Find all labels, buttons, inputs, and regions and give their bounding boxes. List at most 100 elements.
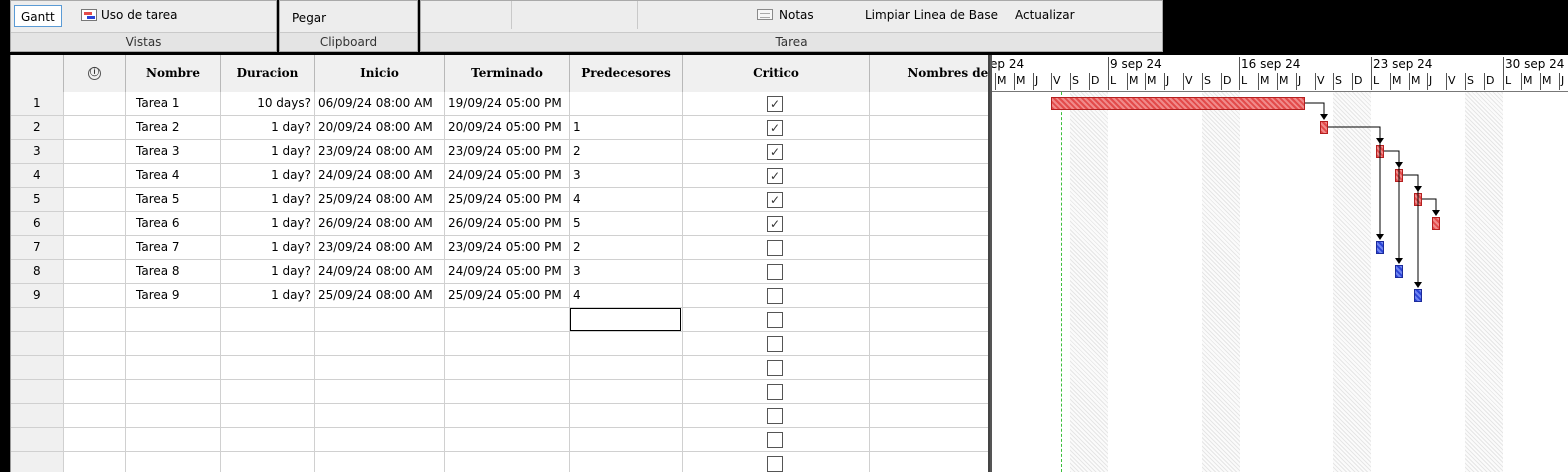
row-number[interactable]: 9 [11, 284, 64, 308]
resources-cell[interactable] [870, 428, 988, 452]
critical-cell[interactable] [683, 308, 870, 332]
duration-cell[interactable]: 1 day? [221, 188, 315, 212]
duration-cell[interactable]: 1 day? [221, 260, 315, 284]
info-cell[interactable] [64, 284, 126, 308]
finish-cell[interactable] [445, 308, 570, 332]
resources-cell[interactable] [870, 92, 988, 116]
predecessors-cell[interactable]: 2 [570, 140, 683, 164]
critical-cell[interactable] [683, 236, 870, 260]
predecessors-cell[interactable] [570, 308, 683, 332]
table-row[interactable]: 4 Tarea 4 1 day? 24/09/24 08:00 AM 24/09/24 … [11, 164, 988, 188]
paste-button[interactable]: Pegar [286, 7, 332, 29]
critical-checkbox[interactable] [767, 408, 783, 424]
resources-cell[interactable] [870, 356, 988, 380]
row-number[interactable] [11, 452, 64, 472]
finish-cell[interactable]: 23/09/24 05:00 PM [445, 140, 570, 164]
duration-cell[interactable]: 1 day? [221, 116, 315, 140]
row-number[interactable] [11, 380, 64, 404]
resources-cell[interactable] [870, 188, 988, 212]
predecessors-cell[interactable] [570, 332, 683, 356]
info-cell[interactable] [64, 332, 126, 356]
critical-checkbox[interactable] [767, 360, 783, 376]
row-number[interactable]: 3 [11, 140, 64, 164]
resources-cell[interactable] [870, 284, 988, 308]
critical-cell[interactable] [683, 428, 870, 452]
info-cell[interactable] [64, 380, 126, 404]
duration-cell[interactable]: 1 day? [221, 236, 315, 260]
critical-checkbox[interactable] [767, 288, 783, 304]
start-cell[interactable] [315, 332, 445, 356]
table-row[interactable]: 1 Tarea 1 10 days? 06/09/24 08:00 AM 19/09/2… [11, 92, 988, 116]
critical-checkbox[interactable] [767, 336, 783, 352]
predecessors-cell[interactable]: 3 [570, 164, 683, 188]
info-cell[interactable] [64, 164, 126, 188]
finish-cell[interactable] [445, 428, 570, 452]
info-cell[interactable] [64, 452, 126, 472]
finish-cell[interactable]: 19/09/24 05:00 PM [445, 92, 570, 116]
resources-cell[interactable] [870, 452, 988, 472]
finish-cell[interactable] [445, 380, 570, 404]
resources-cell[interactable] [870, 212, 988, 236]
row-number[interactable] [11, 356, 64, 380]
predecessors-cell[interactable]: 5 [570, 212, 683, 236]
start-cell[interactable] [315, 404, 445, 428]
row-number[interactable]: 6 [11, 212, 64, 236]
predecessors-cell[interactable]: 4 [570, 284, 683, 308]
finish-cell[interactable]: 24/09/24 05:00 PM [445, 164, 570, 188]
predecessors-cell[interactable] [570, 92, 683, 116]
resources-cell[interactable] [870, 404, 988, 428]
predecessors-cell[interactable]: 4 [570, 188, 683, 212]
name-cell[interactable]: Tarea 7 [126, 236, 221, 260]
name-cell[interactable] [126, 428, 221, 452]
duration-cell[interactable]: 1 day? [221, 212, 315, 236]
finish-cell[interactable]: 24/09/24 05:00 PM [445, 260, 570, 284]
finish-cell[interactable] [445, 452, 570, 472]
finish-column-header[interactable]: Terminado [445, 55, 570, 92]
start-cell[interactable]: 06/09/24 08:00 AM [315, 92, 445, 116]
info-cell[interactable] [64, 404, 126, 428]
name-cell[interactable]: Tarea 4 [126, 164, 221, 188]
table-row[interactable]: 7 Tarea 7 1 day? 23/09/24 08:00 AM 23/09/24 … [11, 236, 988, 260]
finish-cell[interactable]: 26/09/24 05:00 PM [445, 212, 570, 236]
duration-cell[interactable] [221, 452, 315, 472]
duration-cell[interactable] [221, 404, 315, 428]
name-cell[interactable] [126, 404, 221, 428]
row-number[interactable]: 2 [11, 116, 64, 140]
name-cell[interactable]: Tarea 5 [126, 188, 221, 212]
table-row[interactable]: 5 Tarea 5 1 day? 25/09/24 08:00 AM 25/09/24 … [11, 188, 988, 212]
name-cell[interactable] [126, 308, 221, 332]
predecessors-cell[interactable]: 3 [570, 260, 683, 284]
table-row[interactable] [11, 404, 988, 428]
gantt-view-button[interactable]: Gantt [14, 5, 62, 27]
duration-cell[interactable] [221, 356, 315, 380]
resources-column-header[interactable]: Nombres del R [870, 55, 988, 92]
name-cell[interactable]: Tarea 2 [126, 116, 221, 140]
row-number[interactable] [11, 404, 64, 428]
predecessors-cell[interactable]: 2 [570, 236, 683, 260]
info-cell[interactable] [64, 356, 126, 380]
table-row[interactable]: 2 Tarea 2 1 day? 20/09/24 08:00 AM 20/09/24 … [11, 116, 988, 140]
resources-cell[interactable] [870, 332, 988, 356]
name-cell[interactable]: Tarea 6 [126, 212, 221, 236]
notes-button[interactable]: Notas [751, 4, 820, 26]
start-cell[interactable]: 23/09/24 08:00 AM [315, 236, 445, 260]
row-number[interactable]: 1 [11, 92, 64, 116]
critical-cell[interactable]: ✓ [683, 92, 870, 116]
task-usage-view-button[interactable]: Uso de tarea [75, 4, 183, 26]
clear-baseline-button[interactable]: Limpiar Linea de Base [859, 4, 1004, 26]
critical-checkbox[interactable]: ✓ [767, 192, 783, 208]
critical-checkbox[interactable]: ✓ [767, 216, 783, 232]
finish-cell[interactable]: 20/09/24 05:00 PM [445, 116, 570, 140]
resources-cell[interactable] [870, 308, 988, 332]
name-cell[interactable] [126, 380, 221, 404]
start-cell[interactable]: 24/09/24 08:00 AM [315, 260, 445, 284]
duration-cell[interactable]: 1 day? [221, 140, 315, 164]
predecessors-column-header[interactable]: Predecesores [570, 55, 683, 92]
name-cell[interactable]: Tarea 3 [126, 140, 221, 164]
row-number[interactable] [11, 428, 64, 452]
duration-cell[interactable]: 1 day? [221, 284, 315, 308]
start-cell[interactable]: 26/09/24 08:00 AM [315, 212, 445, 236]
name-cell[interactable] [126, 332, 221, 356]
critical-cell[interactable]: ✓ [683, 212, 870, 236]
predecessors-cell[interactable] [570, 380, 683, 404]
